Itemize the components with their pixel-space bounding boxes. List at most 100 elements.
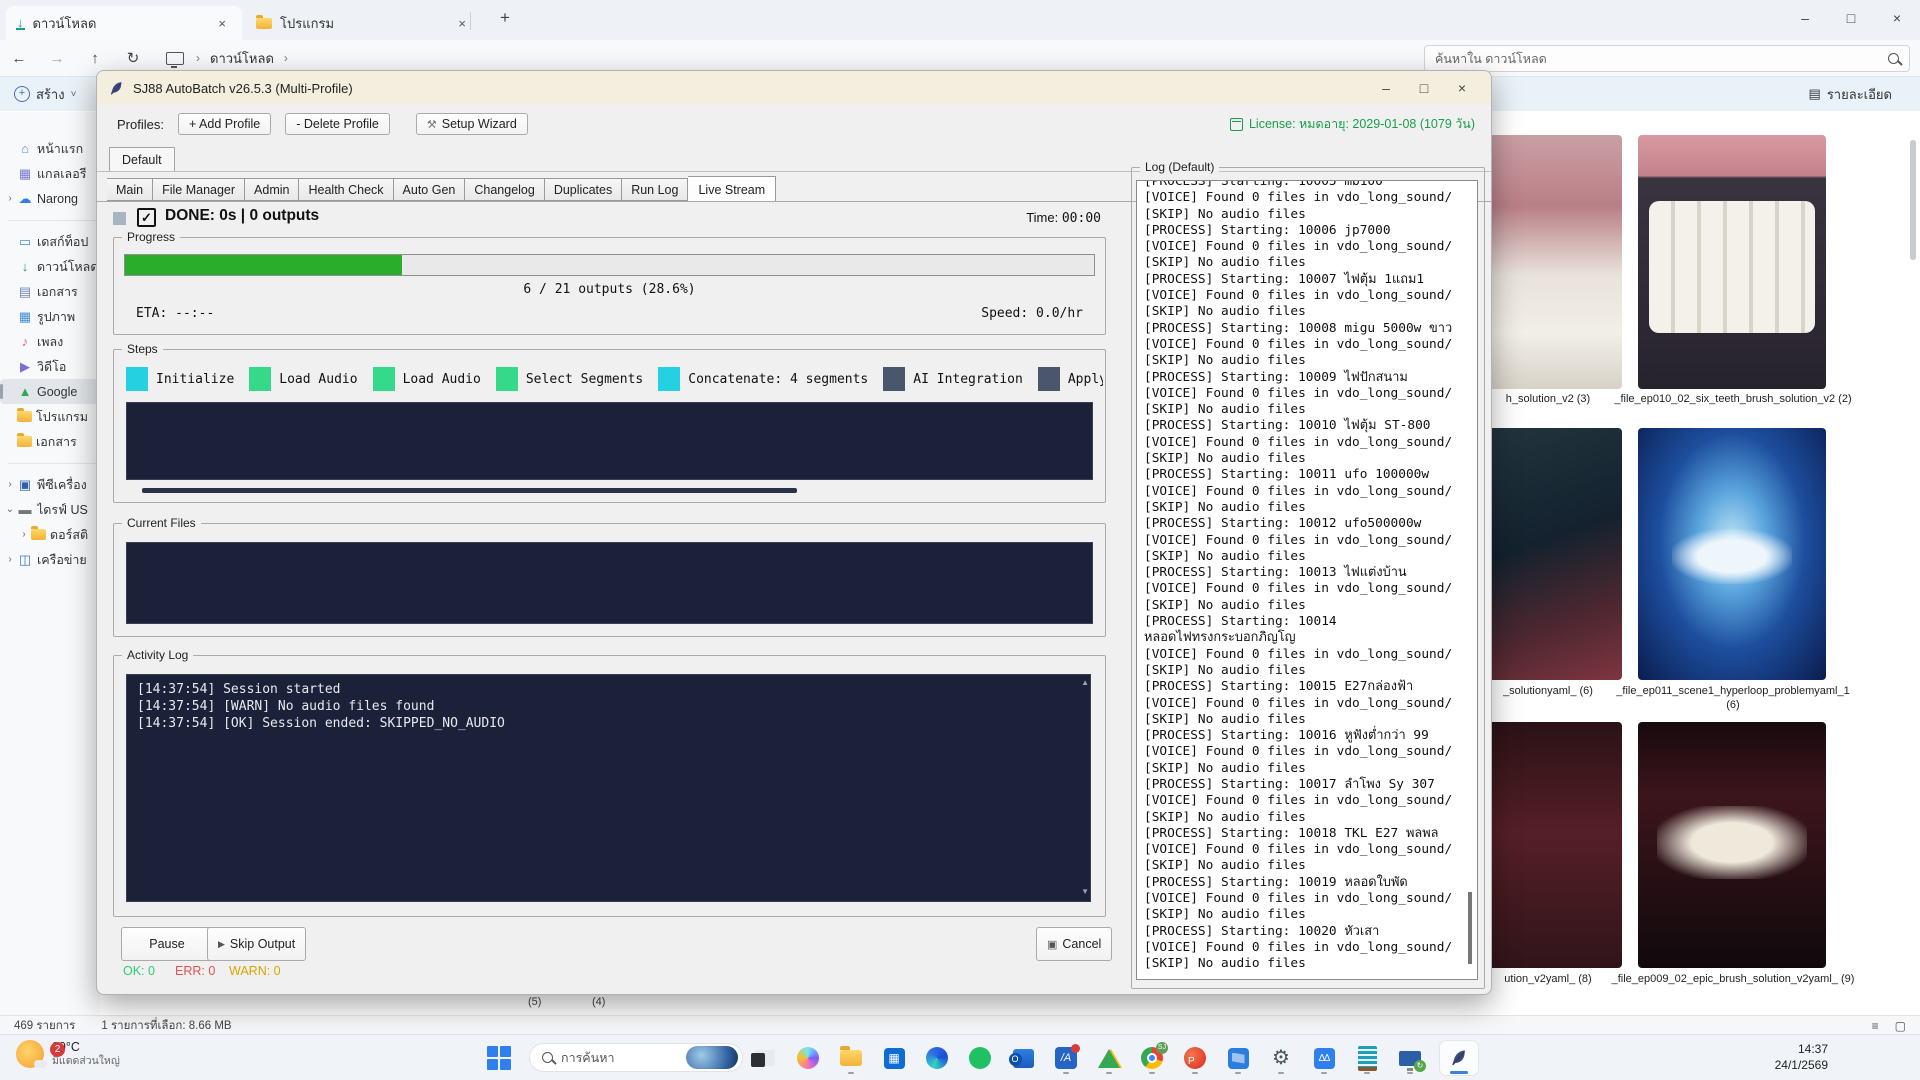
sidebar-item[interactable]: › ☁ Narong [0,186,100,211]
list-view-icon[interactable]: ≡ [1872,1019,1879,1033]
expand-chevron-icon[interactable]: › [18,529,30,540]
tab[interactable]: Admin [245,178,299,201]
autobatch-taskbar-button[interactable] [1440,1041,1478,1075]
taskbar-clock[interactable]: 14:37 24/1/2569 [1775,1041,1828,1073]
log-listbox[interactable]: [PROCESS] Starting: 10005 mb100 [VOICE] … [1136,180,1478,980]
minimize-button[interactable]: – [1782,0,1828,36]
details-pane-button[interactable]: ▤ รายละเอียด [1809,84,1892,105]
file-caption[interactable]: _solutionyaml_ (6) [1470,684,1626,698]
sidebar-item[interactable]: › ▣ พีซีเครื่อง [0,472,100,497]
refresh-icon[interactable]: ↻ [114,49,152,67]
tab[interactable]: Auto Gen [394,178,466,201]
new-tab-button[interactable]: + [500,8,510,28]
tab[interactable]: Run Log [622,178,688,201]
microsoft-store-button[interactable]: ▦ [881,1041,907,1075]
setup-wizard-button[interactable]: ⚒ Setup Wizard [416,113,528,135]
sidebar-item[interactable]: ⌂ หน้าแรก [0,136,100,161]
scroll-down-icon[interactable]: ▼ [1081,887,1089,896]
remote-desktop-button[interactable] [1397,1041,1423,1075]
file-caption[interactable]: _file_ep011_scene1_hyperloop_problemyaml… [1605,684,1861,712]
maximize-button[interactable]: □ [1405,80,1443,96]
scroll-up-icon[interactable]: ▲ [1081,678,1089,687]
thumbnail-view-icon[interactable]: ▢ [1895,1019,1906,1033]
sidebar-item[interactable]: ♪ เพลง [0,329,100,354]
google-drive-button[interactable] [1096,1041,1122,1075]
autobatch-title-bar[interactable]: SJ88 AutoBatch v26.5.3 (Multi-Profile) –… [97,71,1491,105]
minimize-button[interactable]: – [1367,80,1405,96]
clipchamp-button[interactable] [1225,1041,1251,1075]
weather-widget[interactable]: 2 29°C มีแดดส่วนใหญ่ [16,1040,120,1068]
sidebar-item[interactable]: ⌄ ▬ ไดรฟ์ US [0,497,100,522]
file-caption[interactable]: h_solution_v2 (3) [1470,392,1626,406]
forward-icon[interactable]: → [38,50,76,67]
editor-app-button[interactable]: /A [1053,1041,1079,1075]
done-checkbox[interactable]: ✓ [137,208,156,227]
sidebar-item[interactable]: เอกสาร [0,429,100,454]
chrome-button[interactable] [1139,1041,1165,1075]
taskbar-search[interactable]: การค้นหา [529,1043,743,1072]
expand-chevron-icon[interactable]: › [4,193,16,204]
stop-indicator[interactable] [113,212,126,225]
copilot-button[interactable] [795,1041,821,1075]
file-caption[interactable]: _file_ep009_02_epic_brush_solution_v2yam… [1602,972,1864,986]
task-view-button[interactable] [752,1041,778,1075]
profile-tab-default[interactable]: Default [109,147,175,172]
explorer-search-box[interactable]: ค้นหาใน ดาวน์โหลด [1424,45,1910,72]
horizontal-scrollbar[interactable] [142,488,797,493]
edge-button[interactable] [924,1041,950,1075]
new-button[interactable]: + สร้าง ˅ [14,84,76,105]
explorer-tab-programs[interactable]: โปรแกรม × [246,6,482,40]
pdf-app-button[interactable]: P [1182,1041,1208,1075]
sidebar-item[interactable]: › ◫ เครือข่าย [0,547,100,572]
back-icon[interactable]: ← [0,50,38,67]
expand-chevron-icon[interactable]: ⌄ [4,504,16,515]
maximize-button[interactable]: □ [1828,0,1874,36]
sidebar-item[interactable]: ▦ แกลเลอรี [0,161,100,186]
activity-log-console[interactable]: [14:37:54] Session started [14:37:54] [W… [126,674,1091,902]
breadcrumb[interactable]: ดาวน์โหลด [210,48,274,69]
settings-button[interactable]: ⚙ [1268,1041,1294,1075]
sidebar-item[interactable]: ▶ วิดีโอ [0,354,100,379]
explorer-tab-downloads[interactable]: ↓ ดาวน์โหลด × [6,6,242,40]
file-caption[interactable]: _file_ep010_02_six_teeth_brush_solution_… [1605,392,1861,406]
delete-profile-button[interactable]: - Delete Profile [285,113,390,135]
start-button[interactable] [487,1046,511,1070]
up-icon[interactable]: ↑ [76,50,114,67]
tab[interactable]: Changelog [465,178,544,201]
sidebar-item[interactable]: ↓ ดาวน์โหลด [0,254,100,279]
emulator-button[interactable]: ∆∆ [1311,1041,1337,1075]
tab-close-icon[interactable]: × [212,16,232,31]
file-thumbnail[interactable] [1470,722,1622,968]
skip-output-button[interactable]: ▶ Skip Output [207,927,306,961]
tab[interactable]: Duplicates [545,178,622,201]
notes-app-button[interactable] [1354,1041,1380,1075]
line-button[interactable] [967,1041,993,1075]
sidebar-item[interactable]: › ดอร์สติ [0,522,100,547]
file-thumbnail[interactable] [1638,428,1826,680]
tab[interactable]: Health Check [299,178,393,201]
file-thumbnail[interactable] [1470,135,1622,389]
sidebar-item[interactable]: ▤ เอกสาร [0,279,100,304]
log-scrollbar-thumb[interactable] [1468,892,1472,964]
file-thumbnail[interactable] [1638,722,1826,968]
sidebar-item[interactable]: ▦ รูปภาพ [0,304,100,329]
edge-icon [926,1047,948,1069]
tab[interactable]: File Manager [153,178,245,201]
file-thumbnail[interactable] [1638,135,1826,389]
expand-chevron-icon[interactable]: › [4,554,16,565]
sidebar-item[interactable]: โปรแกรม [0,404,100,429]
sidebar-item[interactable]: ▭ เดสก์ท็อป [0,229,100,254]
tab[interactable]: Main [107,178,153,201]
add-profile-button[interactable]: + Add Profile [178,113,271,135]
file-explorer-button[interactable] [838,1041,864,1075]
pause-button[interactable]: Pause [121,927,213,961]
expand-chevron-icon[interactable]: › [4,479,16,490]
close-button[interactable]: × [1874,0,1920,36]
sidebar-item[interactable]: ▲ Google [0,379,100,404]
file-thumbnail[interactable] [1470,428,1622,680]
outlook-button[interactable] [1010,1041,1036,1075]
close-button[interactable]: × [1443,80,1481,96]
tab[interactable]: Live Stream [688,176,776,202]
explorer-scrollbar[interactable] [1910,140,1916,260]
cancel-button[interactable]: ▣ Cancel [1036,927,1112,961]
